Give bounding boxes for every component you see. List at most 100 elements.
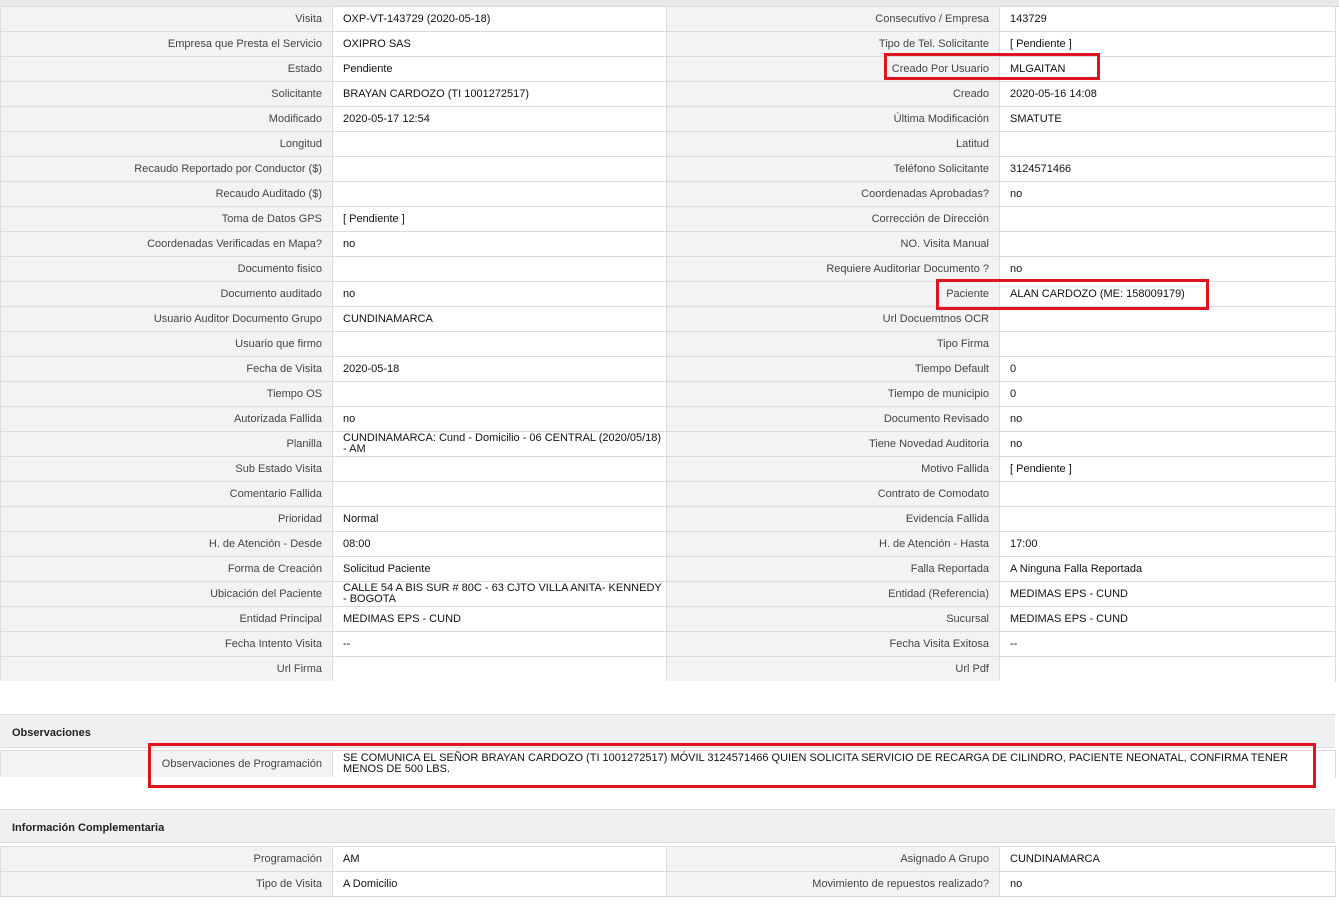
info-complementaria-table: Programación AM Asignado A Grupo CUNDINAMAR… xyxy=(0,846,1336,897)
usuario-auditor-documento-grupo-value: CUNDINAMARCA xyxy=(332,306,667,332)
table-row: Usuario Auditor Documento Grupo CUNDINAMA… xyxy=(0,306,1336,332)
ultima-modificacion-label: Última Modificación xyxy=(666,106,1000,132)
table-row: Longitud Latitud xyxy=(0,131,1336,157)
fecha-de-visita-label: Fecha de Visita xyxy=(0,356,333,382)
h-de-atencion-desde-value: 08:00 xyxy=(332,531,667,557)
table-row: Modificado 2020-05-17 12:54 Última Modific… xyxy=(0,106,1336,132)
url-pdf-value xyxy=(999,656,1336,682)
falla-reportada-value: A Ninguna Falla Reportada xyxy=(999,556,1336,582)
modificado-label: Modificado xyxy=(0,106,333,132)
table-row: Coordenadas Verificadas en Mapa? no NO. V… xyxy=(0,231,1336,257)
table-row: Tipo de Visita A Domicilio Movimiento de r… xyxy=(0,871,1336,897)
usuario-auditor-documento-grupo-label: Usuario Auditor Documento Grupo xyxy=(0,306,333,332)
tiempo-os-label: Tiempo OS xyxy=(0,381,333,407)
table-row: Autorizada Fallida no Documento Revisado … xyxy=(0,406,1336,432)
correccion-de-direccion-value xyxy=(999,206,1336,232)
documento-revisado-label: Documento Revisado xyxy=(666,406,1000,432)
entidad-referencia-value: MEDIMAS EPS - CUND xyxy=(999,581,1336,607)
sub-estado-visita-value xyxy=(332,456,667,482)
h-de-atencion-hasta-value: 17:00 xyxy=(999,531,1336,557)
entidad-referencia-label: Entidad (Referencia) xyxy=(666,581,1000,607)
coordenadas-aprobadas-label: Coordenadas Aprobadas? xyxy=(666,181,1000,207)
entidad-principal-value: MEDIMAS EPS - CUND xyxy=(332,606,667,632)
longitud-label: Longitud xyxy=(0,131,333,157)
url-docuemtnos-ocr-value xyxy=(999,306,1336,332)
requiere-auditoriar-documento-value: no xyxy=(999,256,1336,282)
visita-value: OXP-VT-143729 (2020-05-18) xyxy=(332,6,667,32)
fecha-intento-visita-value: -- xyxy=(332,631,667,657)
coordenadas-verificadas-en-mapa-value: no xyxy=(332,231,667,257)
observaciones-section-header: Observaciones xyxy=(0,714,1335,748)
sucursal-label: Sucursal xyxy=(666,606,1000,632)
programacion-label: Programación xyxy=(0,846,333,872)
documento-revisado-value: no xyxy=(999,406,1336,432)
table-row: Observaciones de Programación SE COMUNIC… xyxy=(0,750,1336,778)
table-row: Forma de Creación Solicitud Paciente Falla… xyxy=(0,556,1336,582)
movimiento-de-repuestos-realizado-label: Movimiento de repuestos realizado? xyxy=(666,871,1000,897)
documento-auditado-label: Documento auditado xyxy=(0,281,333,307)
empresa-que-presta-el-servicio-value: OXIPRO SAS xyxy=(332,31,667,57)
documento-fisico-label: Documento fisico xyxy=(0,256,333,282)
observaciones-programacion-value: SE COMUNICA EL SEÑOR BRAYAN CARDOZO (TI … xyxy=(332,750,1336,778)
table-row: Tiempo OS Tiempo de municipio 0 xyxy=(0,381,1336,407)
sub-estado-visita-label: Sub Estado Visita xyxy=(0,456,333,482)
table-row: Comentario Fallida Contrato de Comodato xyxy=(0,481,1336,507)
movimiento-de-repuestos-realizado-value: no xyxy=(999,871,1336,897)
table-row: Solicitante BRAYAN CARDOZO (TI 1001272517… xyxy=(0,81,1336,107)
latitud-label: Latitud xyxy=(666,131,1000,157)
ubicacion-del-paciente-label: Ubicación del Paciente xyxy=(0,581,333,607)
prioridad-label: Prioridad xyxy=(0,506,333,532)
toma-de-datos-gps-label: Toma de Datos GPS xyxy=(0,206,333,232)
observaciones-programacion-label: Observaciones de Programación xyxy=(0,750,333,778)
tipo-de-visita-label: Tipo de Visita xyxy=(0,871,333,897)
consecutivo-empresa-value: 143729 xyxy=(999,6,1336,32)
creado-por-usuario-value: MLGAITAN xyxy=(999,56,1336,82)
tiene-novedad-auditoria-value: no xyxy=(999,431,1336,457)
table-row: Fecha Intento Visita -- Fecha Visita Exit… xyxy=(0,631,1336,657)
table-row: Entidad Principal MEDIMAS EPS - CUND Sucur… xyxy=(0,606,1336,632)
table-row: Estado Pendiente Creado Por Usuario MLGAITA… xyxy=(0,56,1336,82)
toma-de-datos-gps-value: [ Pendiente ] xyxy=(332,206,667,232)
section-gap xyxy=(0,777,1335,809)
contrato-de-comodato-value xyxy=(999,481,1336,507)
documento-auditado-value: no xyxy=(332,281,667,307)
paciente-label: Paciente xyxy=(666,281,1000,307)
asignado-a-grupo-label: Asignado A Grupo xyxy=(666,846,1000,872)
table-row: Prioridad Normal Evidencia Fallida xyxy=(0,506,1336,532)
table-row: Documento fisico Requiere Auditoriar Docu… xyxy=(0,256,1336,282)
fecha-visita-exitosa-value: -- xyxy=(999,631,1336,657)
latitud-value xyxy=(999,131,1336,157)
telefono-solicitante-value: 3124571466 xyxy=(999,156,1336,182)
evidencia-fallida-value xyxy=(999,506,1336,532)
programacion-value: AM xyxy=(332,846,667,872)
paciente-value: ALAN CARDOZO (ME: 158009179) xyxy=(999,281,1336,307)
coordenadas-verificadas-en-mapa-label: Coordenadas Verificadas en Mapa? xyxy=(0,231,333,257)
solicitante-label: Solicitante xyxy=(0,81,333,107)
tiempo-default-value: 0 xyxy=(999,356,1336,382)
contrato-de-comodato-label: Contrato de Comodato xyxy=(666,481,1000,507)
h-de-atencion-hasta-label: H. de Atención - Hasta xyxy=(666,531,1000,557)
tipo-firma-value xyxy=(999,331,1336,357)
table-row: Toma de Datos GPS[ Pendiente ] Corrección… xyxy=(0,206,1336,232)
solicitante-value: BRAYAN CARDOZO (TI 1001272517) xyxy=(332,81,667,107)
empresa-que-presta-el-servicio-label: Empresa que Presta el Servicio xyxy=(0,31,333,57)
forma-de-creacion-value: Solicitud Paciente xyxy=(332,556,667,582)
tiempo-os-value xyxy=(332,381,667,407)
table-row: Usuario que firmo Tipo Firma xyxy=(0,331,1336,357)
url-pdf-label: Url Pdf xyxy=(666,656,1000,682)
usuario-que-firmo-label: Usuario que firmo xyxy=(0,331,333,357)
motivo-fallida-value: [ Pendiente ] xyxy=(999,456,1336,482)
evidencia-fallida-label: Evidencia Fallida xyxy=(666,506,1000,532)
section-gap xyxy=(0,681,1335,714)
table-row: H. de Atención - Desde 08:00 H. de Atenció… xyxy=(0,531,1336,557)
modificado-value: 2020-05-17 12:54 xyxy=(332,106,667,132)
tipo-de-visita-value: A Domicilio xyxy=(332,871,667,897)
consecutivo-empresa-label: Consecutivo / Empresa xyxy=(666,6,1000,32)
info-complementaria-section-title: Información Complementaria xyxy=(12,822,165,834)
motivo-fallida-label: Motivo Fallida xyxy=(666,456,1000,482)
info-complementaria-section-header: Información Complementaria xyxy=(0,809,1335,843)
table-row: Recaudo Auditado ($) Coordenadas Aprobada… xyxy=(0,181,1336,207)
observaciones-table: Observaciones de Programación SE COMUNIC… xyxy=(0,750,1336,778)
no-visita-manual-value xyxy=(999,231,1336,257)
table-row: Empresa que Presta el Servicio OXIPRO SAS… xyxy=(0,31,1336,57)
